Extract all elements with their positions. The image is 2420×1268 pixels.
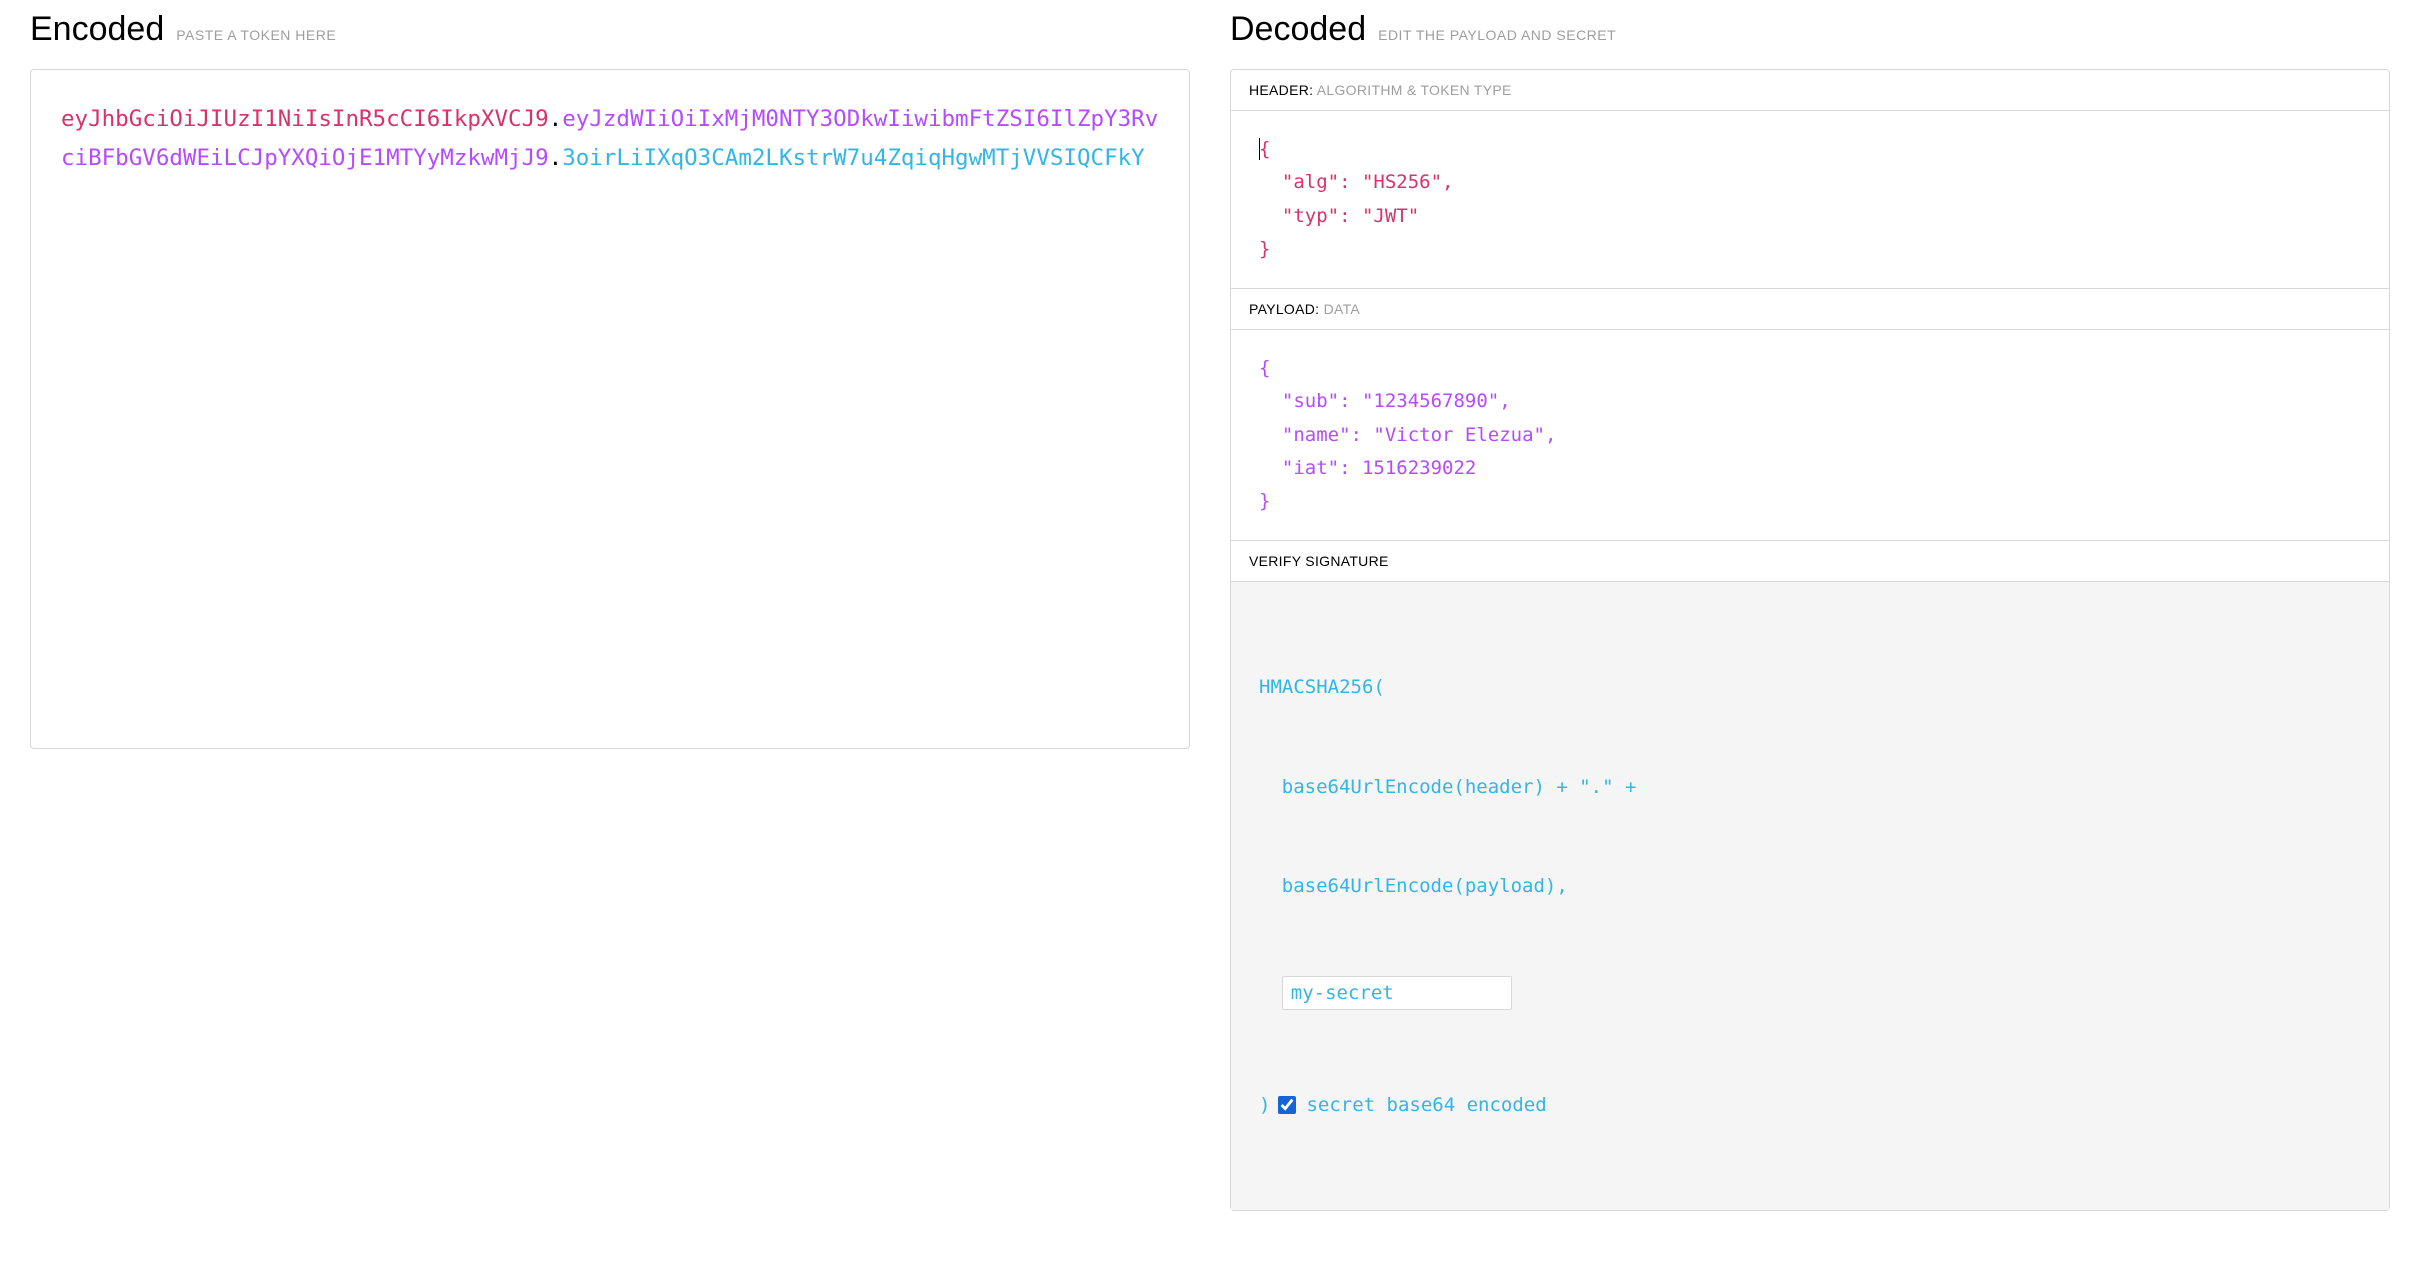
header-json-content: { "alg": "HS256", "typ": "JWT" }: [1259, 138, 1453, 260]
encoded-column: Encoded PASTE A TOKEN HERE eyJhbGciOiJIU…: [30, 0, 1190, 1211]
header-editor[interactable]: { "alg": "HS256", "typ": "JWT" }: [1231, 111, 2389, 288]
signature-display: HMACSHA256( base64UrlEncode(header) + ".…: [1231, 582, 2389, 1210]
encoded-panel[interactable]: eyJhbGciOiJIUzI1NiIsInR5cCI6IkpXVCJ9.eyJ…: [30, 69, 1190, 749]
signature-line-2: base64UrlEncode(header) + "." +: [1259, 771, 2361, 804]
payload-section-label: PAYLOAD: DATA: [1231, 289, 2389, 330]
signature-line-1: HMACSHA256(: [1259, 671, 2361, 704]
encoded-token-input[interactable]: eyJhbGciOiJIUzI1NiIsInR5cCI6IkpXVCJ9.eyJ…: [61, 100, 1159, 179]
secret-base64-label: secret base64 encoded: [1306, 1089, 1546, 1122]
secret-base64-checkbox[interactable]: [1278, 1096, 1296, 1114]
encoded-title: Encoded: [30, 10, 164, 49]
decoded-column: Decoded EDIT THE PAYLOAD AND SECRET HEAD…: [1230, 0, 2390, 1211]
header-label-main: HEADER:: [1249, 82, 1313, 98]
token-dot-2: .: [549, 145, 563, 171]
secret-input[interactable]: [1282, 976, 1512, 1010]
token-dot-1: .: [549, 106, 563, 132]
decoded-title: Decoded: [1230, 10, 1366, 49]
signature-close-paren: ): [1259, 1089, 1270, 1122]
encoded-subtitle: PASTE A TOKEN HERE: [176, 27, 336, 43]
decoded-header: Decoded EDIT THE PAYLOAD AND SECRET: [1230, 0, 2390, 69]
encoded-header: Encoded PASTE A TOKEN HERE: [30, 0, 1190, 69]
header-section-label: HEADER: ALGORITHM & TOKEN TYPE: [1231, 70, 2389, 111]
signature-label-main: VERIFY SIGNATURE: [1249, 553, 1389, 569]
decoded-subtitle: EDIT THE PAYLOAD AND SECRET: [1378, 27, 1616, 43]
payload-label-main: PAYLOAD:: [1249, 301, 1319, 317]
payload-label-sub: DATA: [1324, 301, 1360, 317]
decoded-panel: HEADER: ALGORITHM & TOKEN TYPE { "alg": …: [1230, 69, 2390, 1211]
signature-section-label: VERIFY SIGNATURE: [1231, 541, 2389, 582]
payload-json-content: { "sub": "1234567890", "name": "Victor E…: [1259, 357, 1556, 512]
token-header-segment: eyJhbGciOiJIUzI1NiIsInR5cCI6IkpXVCJ9: [61, 106, 549, 132]
header-label-sub: ALGORITHM & TOKEN TYPE: [1317, 82, 1512, 98]
jwt-debugger-container: Encoded PASTE A TOKEN HERE eyJhbGciOiJIU…: [0, 0, 2420, 1241]
token-signature-segment: 3oirLiIXqO3CAm2LKstrW7u4ZqiqHgwMTjVVSIQC…: [562, 145, 1144, 171]
payload-editor[interactable]: { "sub": "1234567890", "name": "Victor E…: [1231, 330, 2389, 540]
signature-line-3: base64UrlEncode(payload),: [1259, 870, 2361, 903]
